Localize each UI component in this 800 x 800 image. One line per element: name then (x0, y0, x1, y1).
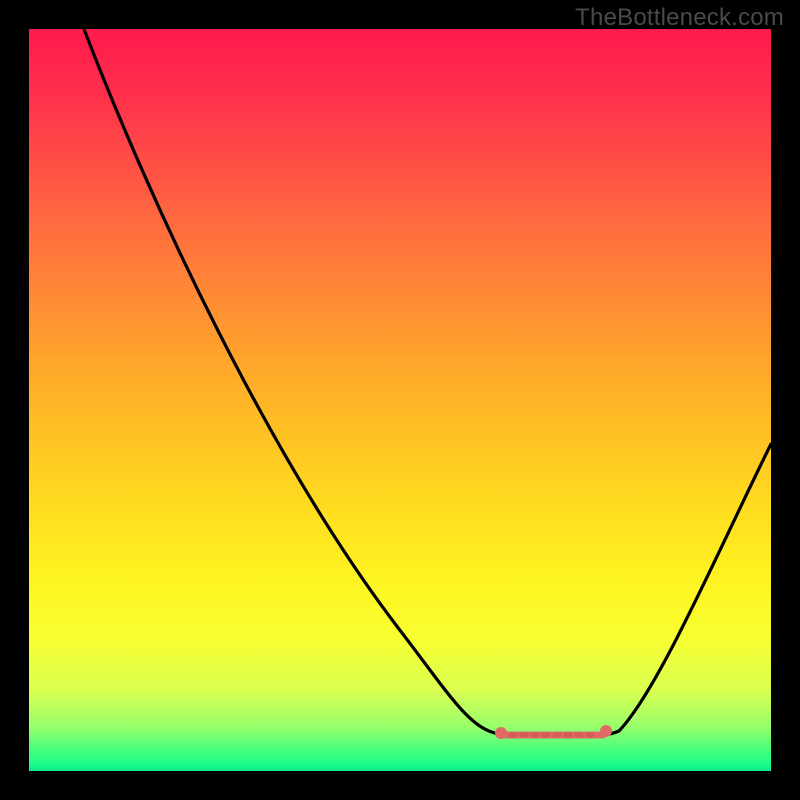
highlight-end-dot (600, 725, 612, 737)
curve-layer (29, 29, 771, 771)
highlight-start-dot (495, 727, 507, 739)
chart-container: TheBottleneck.com (0, 0, 800, 800)
plot-area (29, 29, 771, 771)
watermark-text: TheBottleneck.com (575, 4, 784, 32)
bottleneck-curve-path (84, 29, 771, 736)
